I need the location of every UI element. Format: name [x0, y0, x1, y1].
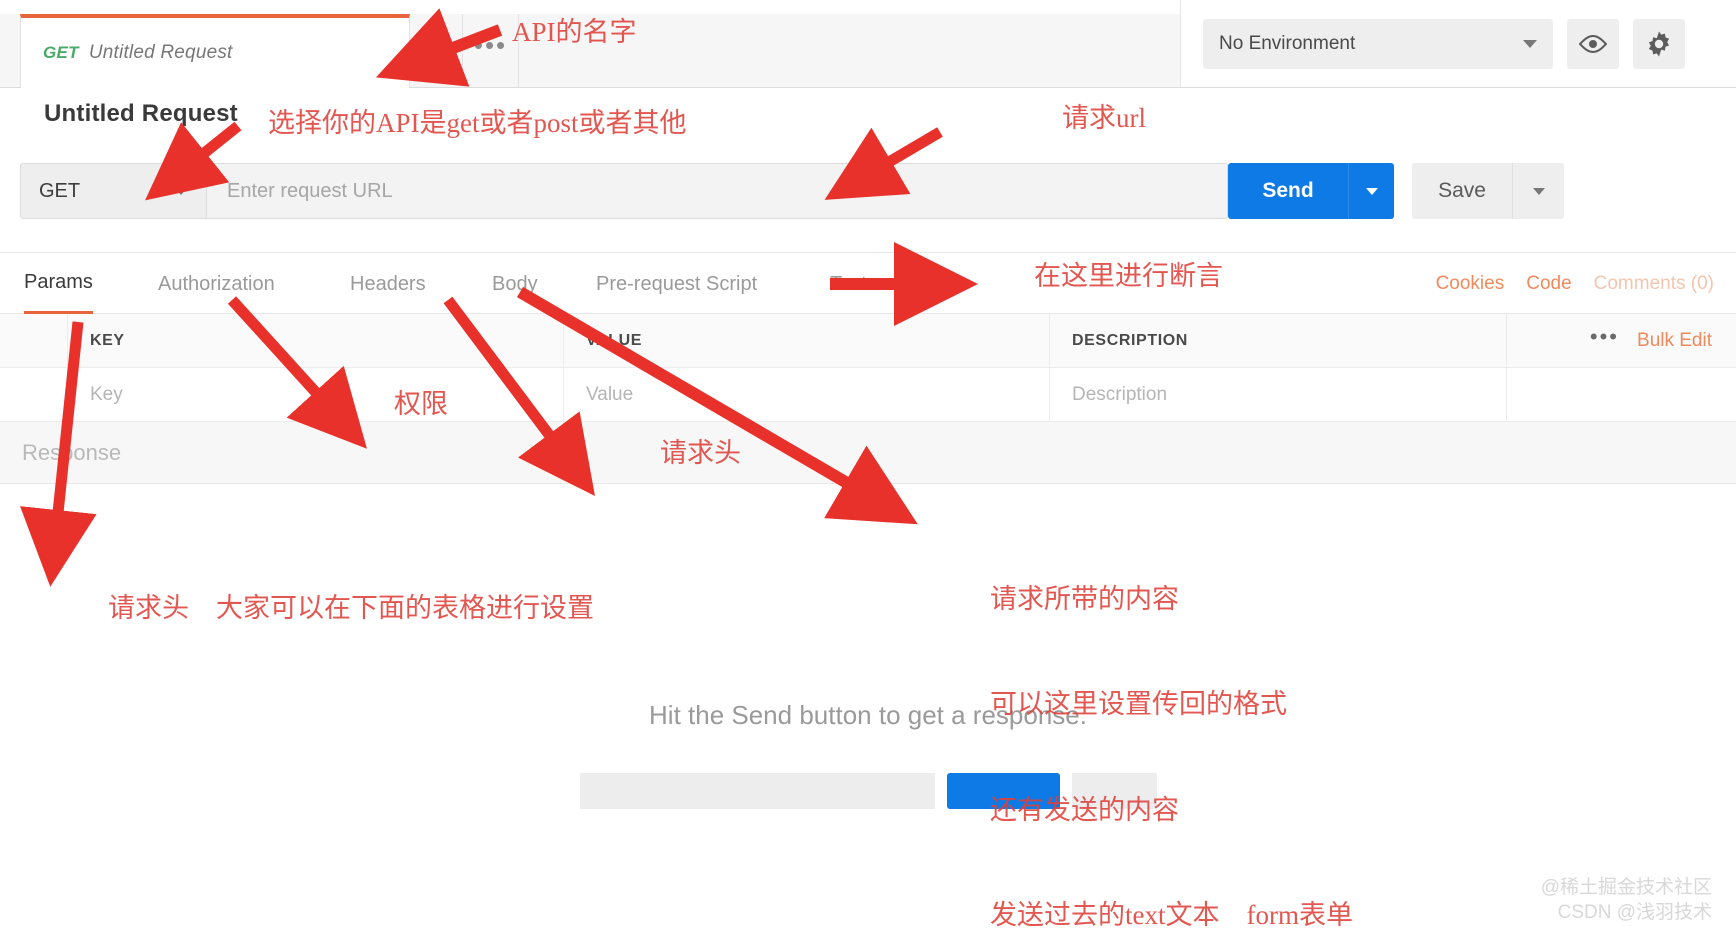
response-label: Response [22, 439, 122, 465]
chevron-down-icon [1523, 39, 1537, 48]
comments-link[interactable]: Comments (0) [1594, 273, 1714, 295]
params-table-header-row: KEY VALUE DESCRIPTION ••• Bulk Edit [0, 314, 1736, 368]
row-checkbox-cell[interactable] [0, 368, 68, 421]
table-row: Key Value Description [0, 368, 1736, 422]
header-checkbox-cell [0, 314, 68, 367]
settings-button[interactable] [1633, 18, 1685, 69]
arrow-choose-method [145, 121, 242, 201]
annotation-choose-method: 选择你的API是get或者post或者其他 [268, 108, 687, 138]
params-table: KEY VALUE DESCRIPTION ••• Bulk Edit Key … [0, 314, 1736, 422]
header-key-cell: KEY [68, 314, 564, 367]
tab-body[interactable]: Body [492, 253, 538, 315]
environment-selected-label: No Environment [1219, 32, 1356, 54]
tab-headers[interactable]: Headers [350, 253, 426, 315]
annotation-headers-mid: 请求头 [660, 438, 741, 468]
tab-pre-request-script[interactable]: Pre-request Script [596, 253, 757, 315]
row-key-input: Key [68, 368, 564, 421]
watermark-line-1: @稀土掘金技术社区 [1540, 876, 1712, 898]
column-header-description: DESCRIPTION [1072, 331, 1188, 349]
cookies-link[interactable]: Cookies [1436, 273, 1505, 295]
request-title: Untitled Request [44, 100, 238, 127]
annotation-body-line-4: 发送过去的text文本 form表单 [990, 900, 1353, 931]
url-input[interactable]: Enter request URL [206, 163, 1228, 219]
tab-tests[interactable]: Tests [830, 253, 877, 315]
tab-authorization[interactable]: Authorization [158, 253, 275, 315]
header-description-cell: DESCRIPTION [1050, 314, 1506, 367]
http-method-select[interactable]: GET [20, 163, 206, 219]
annotation-assertion: 在这里进行断言 [1034, 261, 1223, 291]
params-table-tools: ••• Bulk Edit [1506, 314, 1736, 367]
params-more-options-icon[interactable]: ••• [1590, 324, 1619, 358]
save-button[interactable]: Save [1412, 163, 1512, 219]
annotation-headers-left: 请求头 大家可以在下面的表格进行设置 [108, 593, 594, 623]
column-header-value: VALUE [586, 331, 643, 349]
tab-params[interactable]: Params [24, 253, 93, 315]
watermark: @稀土掘金技术社区 CSDN @浅羽技术 [1541, 875, 1712, 926]
header-value-cell: VALUE [564, 314, 1050, 367]
code-link[interactable]: Code [1526, 273, 1571, 295]
eye-icon [1579, 34, 1607, 54]
skeleton-bar-left [579, 773, 935, 809]
value-placeholder[interactable]: Value [586, 384, 633, 406]
send-button[interactable]: Send [1228, 163, 1348, 219]
response-bar: Response [0, 422, 1736, 484]
request-tab[interactable]: GET Untitled Request [20, 14, 410, 88]
row-description-input: Description [1050, 368, 1506, 421]
tab-options-icon[interactable]: ••• [463, 14, 519, 88]
chevron-down-icon [1532, 187, 1545, 195]
column-header-key: KEY [90, 331, 125, 349]
annotation-body-line-1: 请求所带的内容 [990, 584, 1179, 615]
annotation-body-line-2: 可以这里设置传回的格式 [990, 689, 1287, 720]
send-options-button[interactable] [1348, 163, 1394, 219]
request-right-links: Cookies Code Comments (0) [1436, 253, 1714, 315]
request-tab-method: GET [43, 43, 79, 62]
environment-bar: No Environment [1180, 0, 1736, 88]
row-tools-cell [1506, 368, 1736, 421]
row-value-input: Value [564, 368, 1050, 421]
bulk-edit-link[interactable]: Bulk Edit [1637, 330, 1712, 352]
new-tab-button[interactable]: + [411, 14, 463, 88]
chevron-down-icon [174, 187, 188, 195]
environment-quick-look-button[interactable] [1567, 18, 1619, 69]
environment-select[interactable]: No Environment [1203, 18, 1553, 69]
annotation-body-block: 请求所带的内容 可以这里设置传回的格式 还有发送的内容 发送过去的text文本 … [990, 512, 1359, 944]
request-tab-name: Untitled Request [88, 42, 233, 63]
annotation-body-line-3: 还有发送的内容 [990, 794, 1179, 825]
gear-icon [1645, 30, 1673, 58]
save-options-button[interactable] [1512, 163, 1564, 219]
description-placeholder[interactable]: Description [1072, 384, 1167, 406]
annotation-authorization: 权限 [394, 389, 448, 419]
annotation-request-url: 请求url [1062, 103, 1146, 133]
key-placeholder[interactable]: Key [90, 384, 123, 406]
watermark-line-2: CSDN @浅羽技术 [1557, 902, 1712, 924]
postman-window: GET Untitled Request + ••• No Environmen… [0, 0, 1736, 944]
annotation-api-name: API的名字 [512, 17, 637, 47]
response-empty-state: Hit the Send button to get a response. [0, 700, 1736, 809]
url-row: GET Enter request URL Send Save [20, 163, 1720, 219]
request-section-tabs: Params Authorization Headers Body Pre-re… [0, 252, 1736, 315]
chevron-down-icon [1365, 187, 1378, 195]
http-method-label: GET [39, 179, 81, 202]
